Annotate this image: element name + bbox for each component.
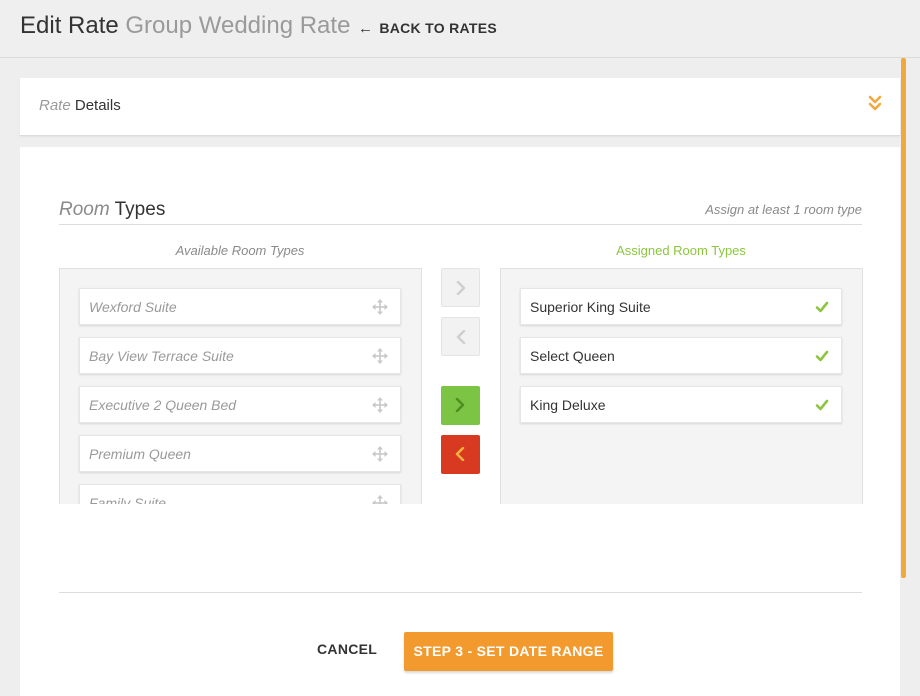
check-icon <box>815 398 829 412</box>
room-item-label: Premium Queen <box>89 446 191 462</box>
cancel-button[interactable]: CANCEL <box>317 641 377 657</box>
back-to-rates-link[interactable]: ← BACK TO RATES <box>358 20 497 37</box>
room-item-label: Bay View Terrace Suite <box>89 348 234 364</box>
move-icon[interactable] <box>372 348 388 364</box>
top-bar: Edit Rate Group Wedding Rate ← BACK TO RA… <box>0 0 920 58</box>
available-room-item[interactable]: Family Suite <box>79 484 401 504</box>
chevron-right-icon <box>455 398 465 412</box>
available-room-item[interactable]: Executive 2 Queen Bed <box>79 386 401 423</box>
check-icon <box>815 349 829 363</box>
unassign-all-button[interactable] <box>441 435 480 474</box>
move-icon[interactable] <box>372 299 388 315</box>
rate-details-title: Rate Details <box>39 97 121 114</box>
divider <box>59 592 862 593</box>
available-room-item[interactable]: Wexford Suite <box>79 288 401 325</box>
next-step-button[interactable]: STEP 3 - SET DATE RANGE <box>404 632 613 671</box>
double-chevron-down-icon[interactable] <box>868 94 882 112</box>
assigned-room-types-heading: Assigned Room Types <box>616 243 746 258</box>
room-item-label: Select Queen <box>530 348 615 364</box>
room-item-label: Executive 2 Queen Bed <box>89 397 237 413</box>
move-icon[interactable] <box>372 495 388 504</box>
assigned-room-types-list[interactable]: Superior King Suite Select Queen King De… <box>500 268 863 504</box>
assign-all-button[interactable] <box>441 386 480 425</box>
page-title-rate-name: Group Wedding Rate <box>125 12 351 39</box>
page-title-main: Edit Rate <box>20 12 119 39</box>
move-selected-left-button[interactable] <box>441 317 480 356</box>
rate-details-panel[interactable]: Rate Details <box>20 78 900 136</box>
room-types-title-strong: Types <box>114 199 166 220</box>
room-types-title-light: Room <box>59 199 110 220</box>
assigned-room-item[interactable]: Superior King Suite <box>520 288 842 325</box>
rate-details-title-light: Rate <box>39 97 71 114</box>
room-types-title: Room Types <box>59 199 165 221</box>
move-icon[interactable] <box>372 446 388 462</box>
available-room-item[interactable]: Premium Queen <box>79 435 401 472</box>
room-types-panel: Room Types Assign at least 1 room type A… <box>20 147 900 696</box>
available-room-types-list[interactable]: Wexford Suite Bay View Terrace Suite Exe… <box>59 268 422 504</box>
chevron-left-icon <box>455 447 465 461</box>
assigned-room-item[interactable]: King Deluxe <box>520 386 842 423</box>
arrow-left-icon: ← <box>358 20 374 37</box>
page-title: Edit Rate Group Wedding Rate <box>20 12 350 40</box>
move-icon[interactable] <box>372 397 388 413</box>
room-item-label: King Deluxe <box>530 397 606 413</box>
chevron-left-icon <box>456 330 466 344</box>
available-room-types-heading: Available Room Types <box>175 243 305 258</box>
room-item-label: Family Suite <box>89 495 167 504</box>
available-room-item[interactable]: Bay View Terrace Suite <box>79 337 401 374</box>
move-selected-right-button[interactable] <box>441 268 480 307</box>
room-item-label: Superior King Suite <box>530 299 651 315</box>
assigned-room-item[interactable]: Select Queen <box>520 337 842 374</box>
scrollbar[interactable] <box>901 58 906 578</box>
chevron-right-icon <box>456 281 466 295</box>
back-to-rates-label: BACK TO RATES <box>379 20 498 36</box>
room-types-hint: Assign at least 1 room type <box>705 202 862 217</box>
divider <box>59 224 862 225</box>
rate-details-title-strong: Details <box>74 97 121 114</box>
room-item-label: Wexford Suite <box>89 299 177 315</box>
check-icon <box>815 300 829 314</box>
